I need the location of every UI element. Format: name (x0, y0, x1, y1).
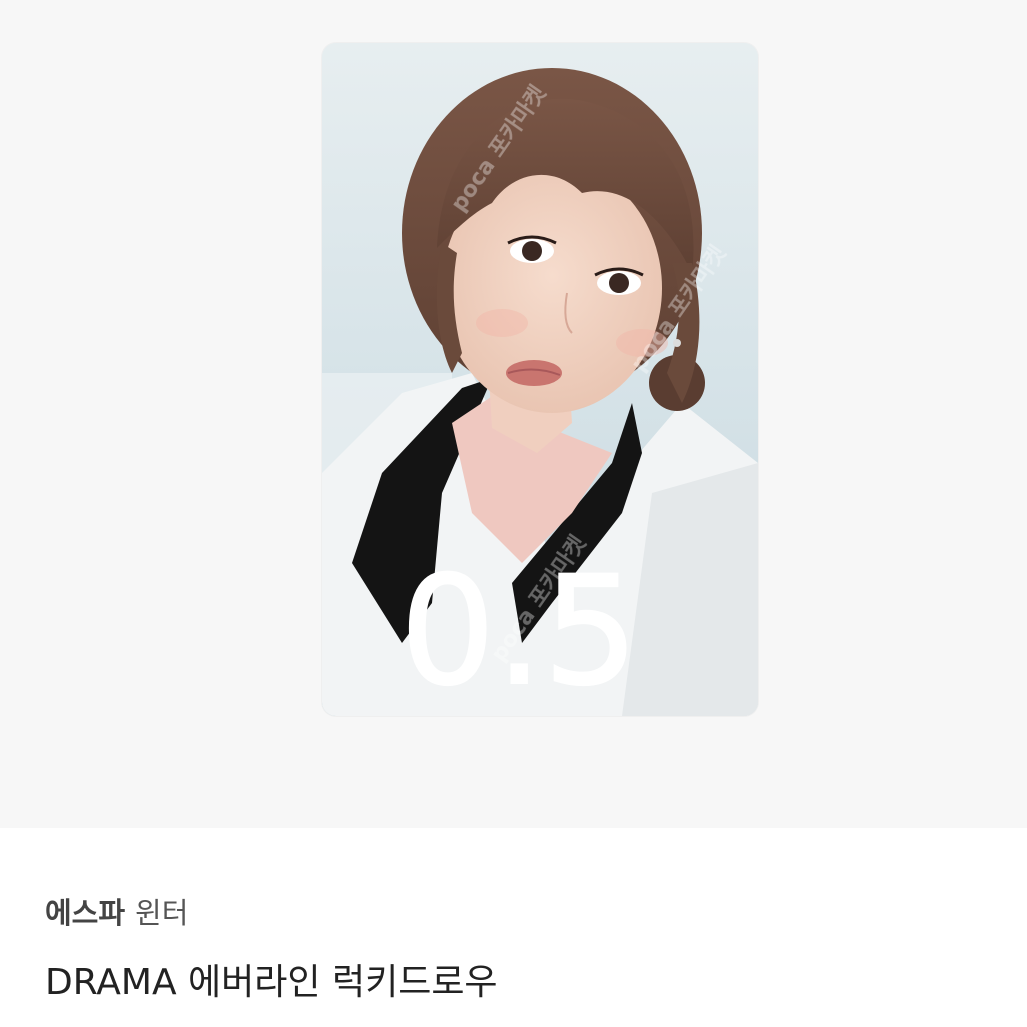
handwritten-price: 0.5 (400, 545, 639, 716)
group-name[interactable]: 에스파 (45, 896, 125, 930)
item-title: DRAMA 에버라인 럭키드로우 (45, 962, 498, 1003)
item-meta: 에스파 윈터 (45, 893, 188, 933)
photocard-image[interactable]: poca 포카마켓 poca 포카마켓 poca 포카마켓 0.5 (322, 43, 758, 716)
photocard-illustration: poca 포카마켓 poca 포카마켓 poca 포카마켓 0.5 (322, 43, 758, 716)
listing-page: poca 포카마켓 poca 포카마켓 poca 포카마켓 0.5 에스파 윈터 … (0, 0, 1027, 1027)
product-image-area[interactable]: poca 포카마켓 poca 포카마켓 poca 포카마켓 0.5 (0, 0, 1027, 828)
member-name[interactable]: 윈터 (135, 896, 188, 930)
